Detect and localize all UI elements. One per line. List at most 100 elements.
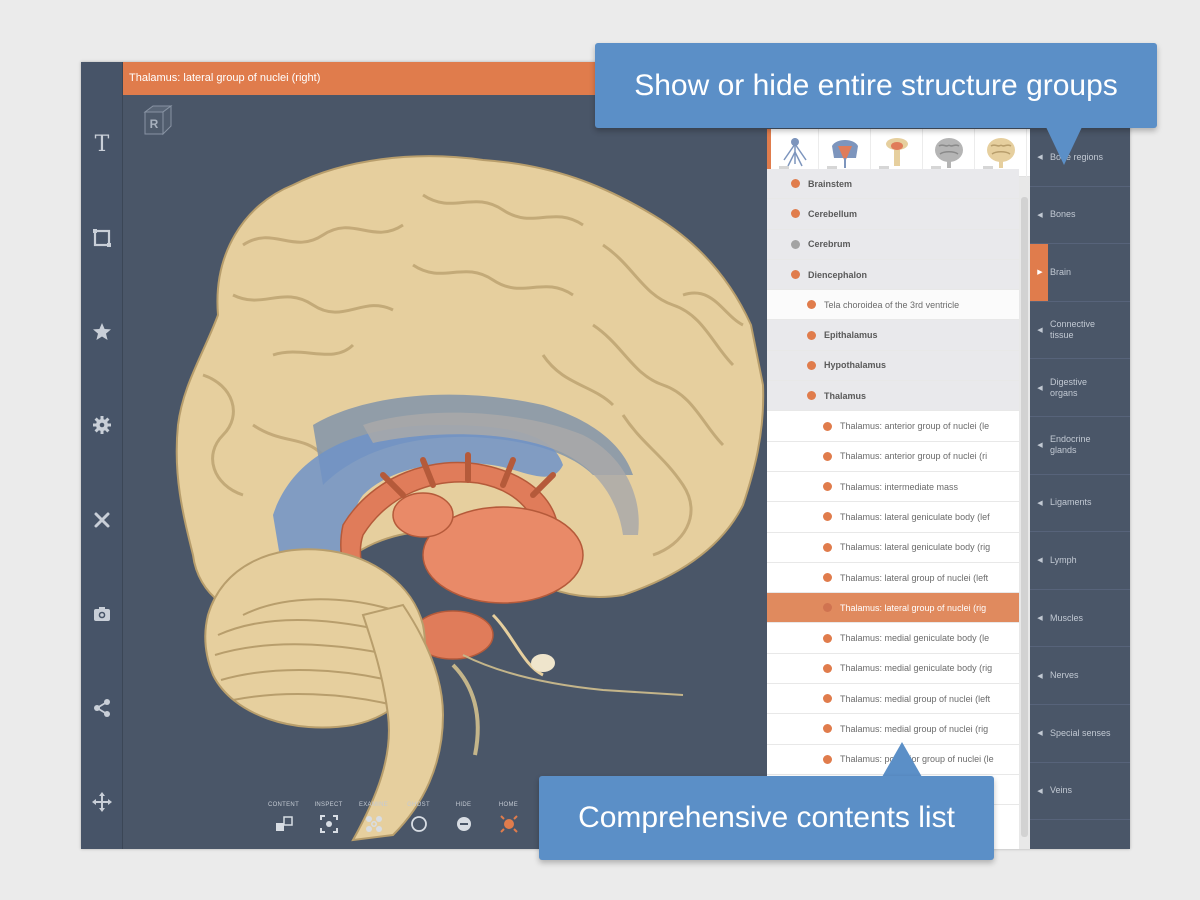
- callout-contents-list: Comprehensive contents list: [539, 776, 994, 860]
- contents-row[interactable]: Cerebrum: [767, 229, 1019, 260]
- structure-group-sidebar: ◀ Bone regions ◀ Bones ▶ Brain ◀ Connective tis…: [1030, 129, 1130, 849]
- view-mode-toolbar: CONTENT INSPECT EXAMINE GHOST HIDE HOME: [261, 802, 531, 846]
- left-toolbar: T: [81, 62, 123, 849]
- visibility-dot-icon[interactable]: [791, 179, 800, 189]
- contents-row-label: Thalamus: medial group of nuclei (rig: [840, 723, 989, 734]
- visibility-dot-icon[interactable]: [823, 512, 832, 522]
- visibility-dot-icon[interactable]: [823, 482, 832, 492]
- visibility-dot-icon[interactable]: [823, 633, 832, 643]
- text-icon[interactable]: T: [81, 124, 123, 164]
- category-digestive-organs[interactable]: ◀ Digestive organs: [1030, 359, 1130, 417]
- visibility-dot-icon[interactable]: [807, 360, 816, 370]
- contents-row[interactable]: Thalamus: medial group of nuclei (rig: [767, 714, 1019, 745]
- contents-row-label: Diencephalon: [808, 269, 868, 280]
- category-label: Ligaments: [1050, 497, 1092, 508]
- contents-row[interactable]: Thalamus: lateral group of nuclei (left: [767, 562, 1019, 594]
- visibility-dot-icon[interactable]: [823, 603, 832, 613]
- inspect-icon: [319, 815, 338, 833]
- star-icon[interactable]: [81, 312, 123, 352]
- content-icon: [275, 816, 293, 831]
- contents-row[interactable]: Thalamus: anterior group of nuclei (le: [767, 411, 1019, 442]
- category-bones[interactable]: ◀ Bones: [1030, 187, 1130, 245]
- callout-top-pointer: [1046, 127, 1082, 165]
- contents-row[interactable]: Thalamus: intermediate mass: [767, 471, 1019, 503]
- contents-row[interactable]: Thalamus: lateral geniculate body (lef: [767, 502, 1019, 533]
- category-muscles[interactable]: ◀ Muscles: [1030, 590, 1130, 648]
- contents-row-label: Cerebrum: [808, 239, 851, 250]
- visibility-dot-icon[interactable]: [823, 694, 832, 704]
- contents-row-label: Epithalamus: [824, 330, 878, 341]
- contents-row[interactable]: Thalamus: [767, 381, 1019, 412]
- square-icon[interactable]: [81, 218, 123, 258]
- category-brain[interactable]: ▶ Brain: [1030, 244, 1130, 302]
- contents-row[interactable]: Cerebellum: [767, 199, 1019, 230]
- contents-row[interactable]: Epithalamus: [767, 320, 1019, 351]
- visibility-dot-icon[interactable]: [791, 209, 800, 219]
- visibility-dot-icon[interactable]: [823, 542, 832, 552]
- move-icon[interactable]: [81, 782, 123, 822]
- category-endocrine-glands[interactable]: ◀ Endocrine glands: [1030, 417, 1130, 475]
- contents-row[interactable]: Tela choroidea of the 3rd ventricle: [767, 290, 1019, 321]
- 3d-viewport[interactable]: [123, 95, 767, 849]
- share-icon[interactable]: [81, 688, 123, 728]
- contents-list-panel: Brainstem Cerebellum Cerebrum Diencephalon T…: [767, 129, 1030, 849]
- chevron-left-icon: ◀: [1037, 442, 1043, 450]
- visibility-dot-icon[interactable]: [807, 330, 816, 340]
- contents-row-label: Tela choroidea of the 3rd ventricle: [824, 299, 960, 310]
- visibility-dot-icon[interactable]: [807, 300, 816, 310]
- category-ligaments[interactable]: ◀ Ligaments: [1030, 475, 1130, 533]
- contents-row[interactable]: Thalamus: anterior group of nuclei (ri: [767, 441, 1019, 472]
- contents-row[interactable]: Thalamus: lateral group of nuclei (rig: [767, 593, 1019, 624]
- chevron-left-icon: ◀: [1037, 730, 1043, 738]
- chevron-left-icon: ▶: [1037, 269, 1043, 277]
- visibility-dot-icon[interactable]: [791, 270, 800, 280]
- examine-button[interactable]: EXAMINE: [351, 802, 396, 846]
- camera-icon[interactable]: [81, 594, 123, 634]
- category-label: Connective tissue: [1050, 319, 1096, 341]
- ghost-button[interactable]: GHOST: [396, 802, 441, 846]
- inspect-label: INSPECT: [314, 802, 343, 808]
- category-label: Veins: [1050, 785, 1073, 796]
- chevron-left-icon: ◀: [1037, 499, 1043, 507]
- inspect-button[interactable]: INSPECT: [306, 802, 351, 846]
- tools-icon[interactable]: [81, 500, 123, 540]
- category-label: Nerves: [1050, 670, 1079, 681]
- chevron-left-icon: ◀: [1037, 615, 1043, 623]
- contents-row[interactable]: Thalamus: medial group of nuclei (left: [767, 684, 1019, 715]
- visibility-dot-icon[interactable]: [823, 754, 832, 764]
- contents-row-label: Thalamus: lateral group of nuclei (rig: [840, 602, 987, 613]
- visibility-dot-icon[interactable]: [807, 391, 816, 401]
- ghost-label: GHOST: [407, 802, 430, 808]
- visibility-dot-icon[interactable]: [823, 573, 832, 582]
- home-button[interactable]: HOME: [486, 802, 531, 846]
- contents-row[interactable]: Diencephalon: [767, 259, 1019, 291]
- visibility-dot-icon[interactable]: [823, 421, 832, 431]
- ghost-icon: [410, 816, 427, 832]
- category-connective-tissue[interactable]: ◀ Connective tissue: [1030, 302, 1130, 360]
- contents-row[interactable]: Thalamus: medial geniculate body (le: [767, 623, 1019, 654]
- contents-row-label: Thalamus: lateral group of nuclei (left: [840, 572, 989, 583]
- category-nerves[interactable]: ◀ Nerves: [1030, 647, 1130, 705]
- category-veins[interactable]: ◀ Veins: [1030, 763, 1130, 821]
- visibility-dot-icon[interactable]: [823, 724, 832, 734]
- chevron-left-icon: ◀: [1037, 787, 1043, 795]
- gear-icon[interactable]: [81, 405, 123, 445]
- category-lymph[interactable]: ◀ Lymph: [1030, 532, 1130, 590]
- contents-scrollbar[interactable]: [1019, 177, 1030, 849]
- contents-row[interactable]: Thalamus: medial geniculate body (rig: [767, 653, 1019, 685]
- contents-row[interactable]: Thalamus: lateral geniculate body (rig: [767, 532, 1019, 563]
- selected-structure-title: Thalamus: lateral group of nuclei (right…: [129, 72, 321, 84]
- visibility-dot-icon[interactable]: [791, 239, 800, 249]
- category-label: Endocrine glands: [1050, 434, 1091, 456]
- chevron-left-icon: ◀: [1037, 557, 1043, 565]
- contents-row[interactable]: Hypothalamus: [767, 350, 1019, 382]
- content-button[interactable]: CONTENT: [261, 802, 306, 846]
- hide-button[interactable]: HIDE: [441, 802, 486, 846]
- contents-row-label: Hypothalamus: [824, 360, 887, 371]
- visibility-dot-icon[interactable]: [823, 663, 832, 673]
- contents-row-label: Thalamus: medial geniculate body (rig: [840, 663, 993, 674]
- contents-row-label: Brainstem: [808, 178, 853, 189]
- visibility-dot-icon[interactable]: [823, 451, 832, 461]
- category-special-senses[interactable]: ◀ Special senses: [1030, 705, 1130, 763]
- contents-row[interactable]: Brainstem: [767, 169, 1019, 200]
